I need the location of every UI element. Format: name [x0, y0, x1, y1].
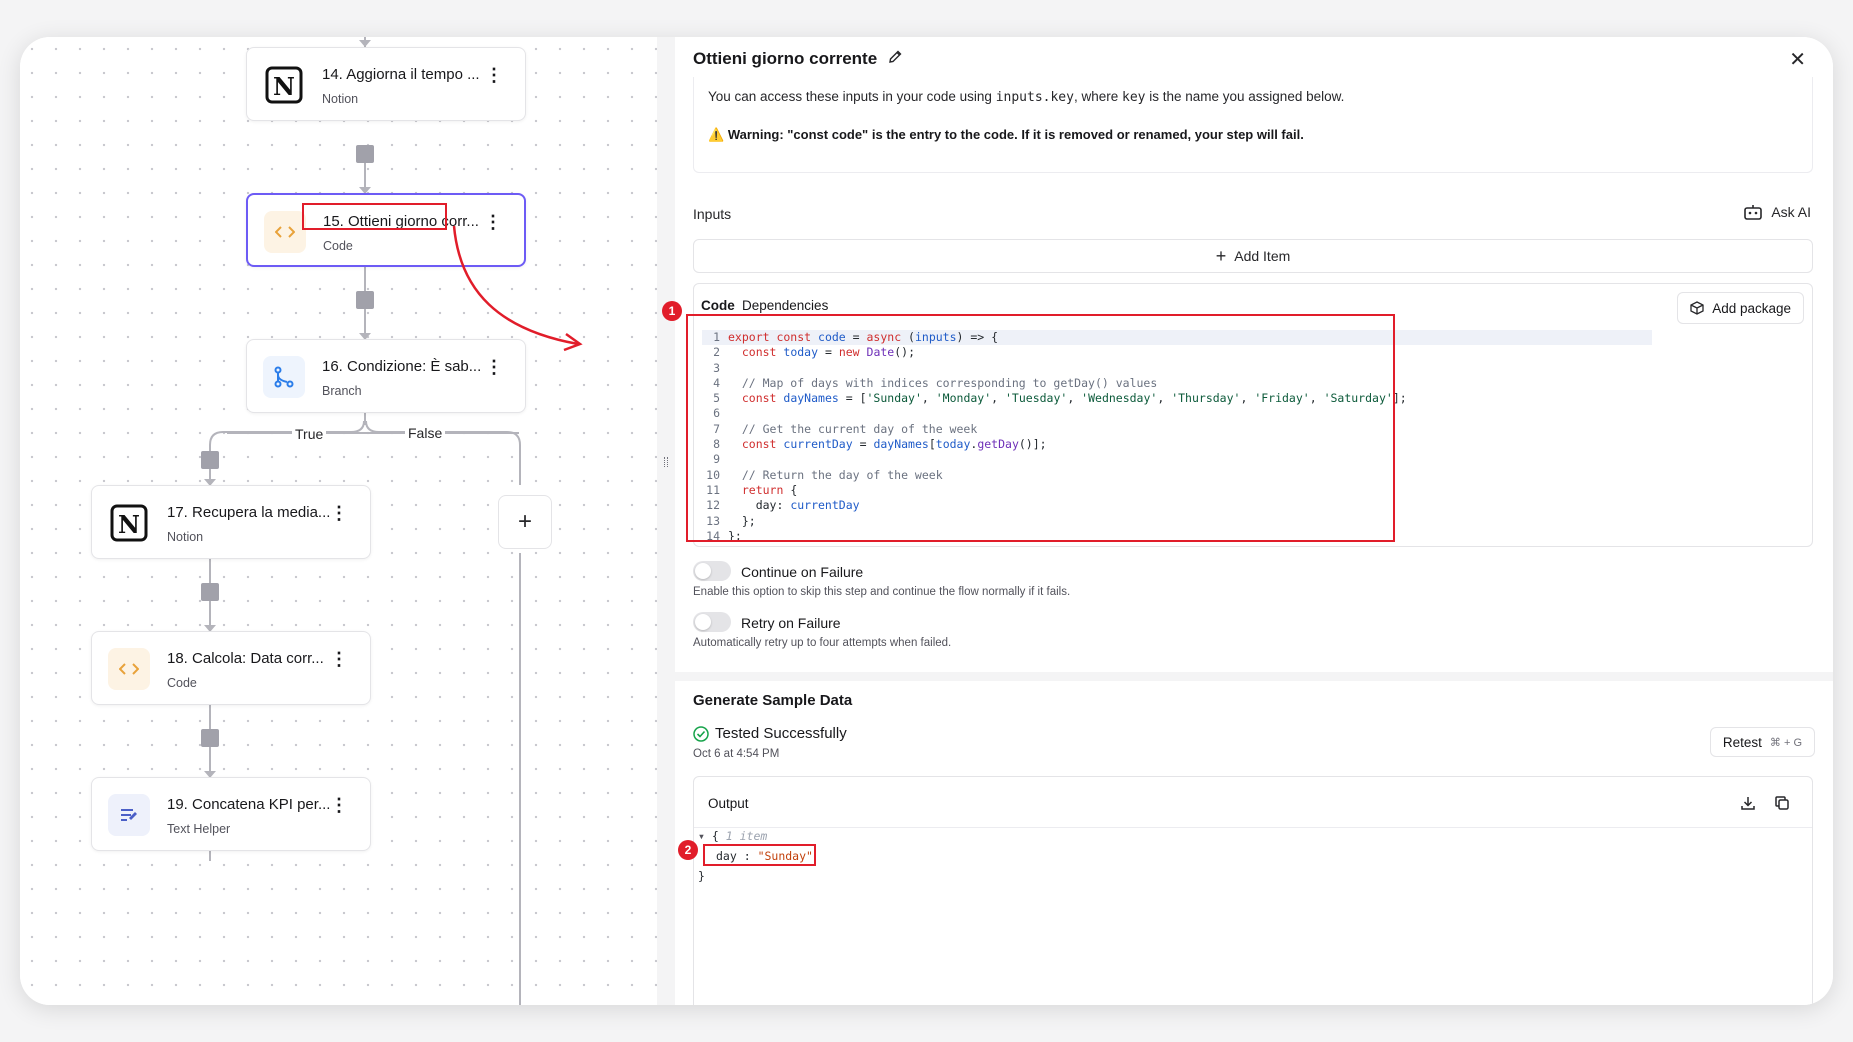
flow-canvas[interactable]: True False N 14. Aggiorna il tempo ... N… [20, 37, 657, 1005]
connector-handle[interactable] [201, 451, 219, 469]
section-resizer[interactable] [675, 672, 1833, 681]
node-title: 18. Calcola: Data corr... [167, 650, 324, 667]
node-subtitle: Code [323, 239, 353, 253]
package-icon [1690, 301, 1704, 315]
continue-on-failure-toggle[interactable] [693, 561, 731, 581]
more-icon[interactable]: ⋮ [330, 796, 348, 814]
output-label: Output [708, 796, 749, 811]
annotation-badge: 1 [662, 301, 682, 321]
svg-text:N: N [273, 72, 295, 101]
flow-node-18[interactable]: 18. Calcola: Data corr... Code ⋮ [91, 631, 371, 705]
node-title: 14. Aggiorna il tempo ... [322, 66, 480, 83]
generate-sample-title: Generate Sample Data [693, 692, 853, 709]
node-subtitle: Text Helper [167, 822, 231, 836]
more-icon[interactable]: ⋮ [330, 504, 348, 522]
flow-node-17[interactable]: N 17. Recupera la media... Notion ⋮ [91, 485, 371, 559]
annotation-badge: 2 [678, 840, 698, 860]
continue-on-failure-label: Continue on Failure [741, 564, 864, 580]
continue-on-failure-desc: Enable this option to skip this step and… [693, 586, 1071, 598]
output-card: Output ▾ { 1 item day : "Sunday" } [693, 776, 1813, 1005]
annotation-highlight [686, 314, 1395, 542]
branch-label-true: True [292, 426, 327, 442]
connector-handle[interactable] [201, 583, 219, 601]
robot-icon [1744, 205, 1763, 220]
add-item-button[interactable]: + Add Item [693, 239, 1813, 273]
node-subtitle: Notion [167, 530, 204, 544]
warning-text: ⚠️ Warning: "const code" is the entry to… [708, 127, 1304, 142]
branch-icon [263, 356, 305, 398]
branch-label-false: False [405, 425, 446, 441]
ask-ai-button[interactable]: Ask AI [1743, 203, 1811, 221]
connector-handle[interactable] [356, 145, 374, 163]
copy-icon[interactable] [1774, 795, 1790, 811]
connector [519, 553, 521, 1005]
text-helper-icon [108, 794, 150, 836]
divider [694, 827, 1812, 828]
plus-icon: + [1215, 245, 1227, 266]
node-subtitle: Branch [322, 384, 362, 398]
tab-code[interactable]: Code [701, 298, 735, 313]
json-root-close: } [698, 869, 705, 883]
more-icon[interactable]: ⋮ [485, 358, 503, 376]
download-icon[interactable] [1740, 795, 1756, 811]
node-title: 19. Concatena KPI per... [167, 796, 331, 813]
code-icon [108, 648, 150, 690]
annotation-highlight [703, 844, 816, 866]
svg-text:N: N [118, 510, 140, 539]
node-subtitle: Code [167, 676, 197, 690]
retest-button[interactable]: Retest ⌘ + G [1709, 727, 1815, 757]
annotation-arrow [452, 225, 583, 352]
shortcut-hint: ⌘ + G [1769, 736, 1802, 749]
notion-icon: N [263, 64, 305, 106]
edit-icon[interactable] [887, 49, 903, 65]
node-title: 16. Condizione: È sab... [322, 358, 482, 375]
flow-node-19[interactable]: 19. Concatena KPI per... Text Helper ⋮ [91, 777, 371, 851]
add-package-button[interactable]: Add package [1677, 292, 1804, 324]
node-title: 17. Recupera la media... [167, 504, 331, 521]
node-subtitle: Notion [322, 92, 359, 106]
inputs-label: Inputs [693, 206, 732, 222]
notion-icon: N [108, 502, 150, 544]
more-icon[interactable]: ⋮ [330, 650, 348, 668]
retry-on-failure-label: Retry on Failure [741, 615, 841, 631]
step-settings-panel: Ottieni giorno corrente ✕ You can access… [662, 37, 1833, 1005]
code-icon [264, 211, 306, 253]
info-box: You can access these inputs in your code… [693, 77, 1813, 173]
test-status: Tested Successfully [693, 725, 847, 742]
retry-on-failure-toggle[interactable] [693, 612, 731, 632]
annotation-highlight [302, 203, 447, 230]
panel-title: Ottieni giorno corrente [693, 49, 878, 68]
info-text: You can access these inputs in your code… [708, 89, 1345, 105]
check-circle-icon [693, 725, 709, 742]
json-root-open[interactable]: ▾ { 1 item [698, 829, 767, 843]
connector-arrow [359, 40, 371, 47]
add-step-button[interactable]: + [498, 495, 552, 549]
close-icon[interactable]: ✕ [1789, 47, 1806, 72]
panel-resizer[interactable] [657, 37, 675, 1005]
tab-dependencies[interactable]: Dependencies [742, 298, 828, 313]
connector-handle[interactable] [201, 729, 219, 747]
branch-curves [209, 420, 521, 446]
flow-node-14[interactable]: N 14. Aggiorna il tempo ... Notion ⋮ [246, 47, 526, 121]
more-icon[interactable]: ⋮ [485, 66, 503, 84]
connector-handle[interactable] [356, 291, 374, 309]
connector [519, 445, 521, 485]
app-window: True False N 14. Aggiorna il tempo ... N… [20, 37, 1833, 1005]
test-date: Oct 6 at 4:54 PM [693, 748, 780, 760]
warning-icon: ⚠️ [708, 127, 725, 142]
retry-on-failure-desc: Automatically retry up to four attempts … [693, 637, 952, 649]
